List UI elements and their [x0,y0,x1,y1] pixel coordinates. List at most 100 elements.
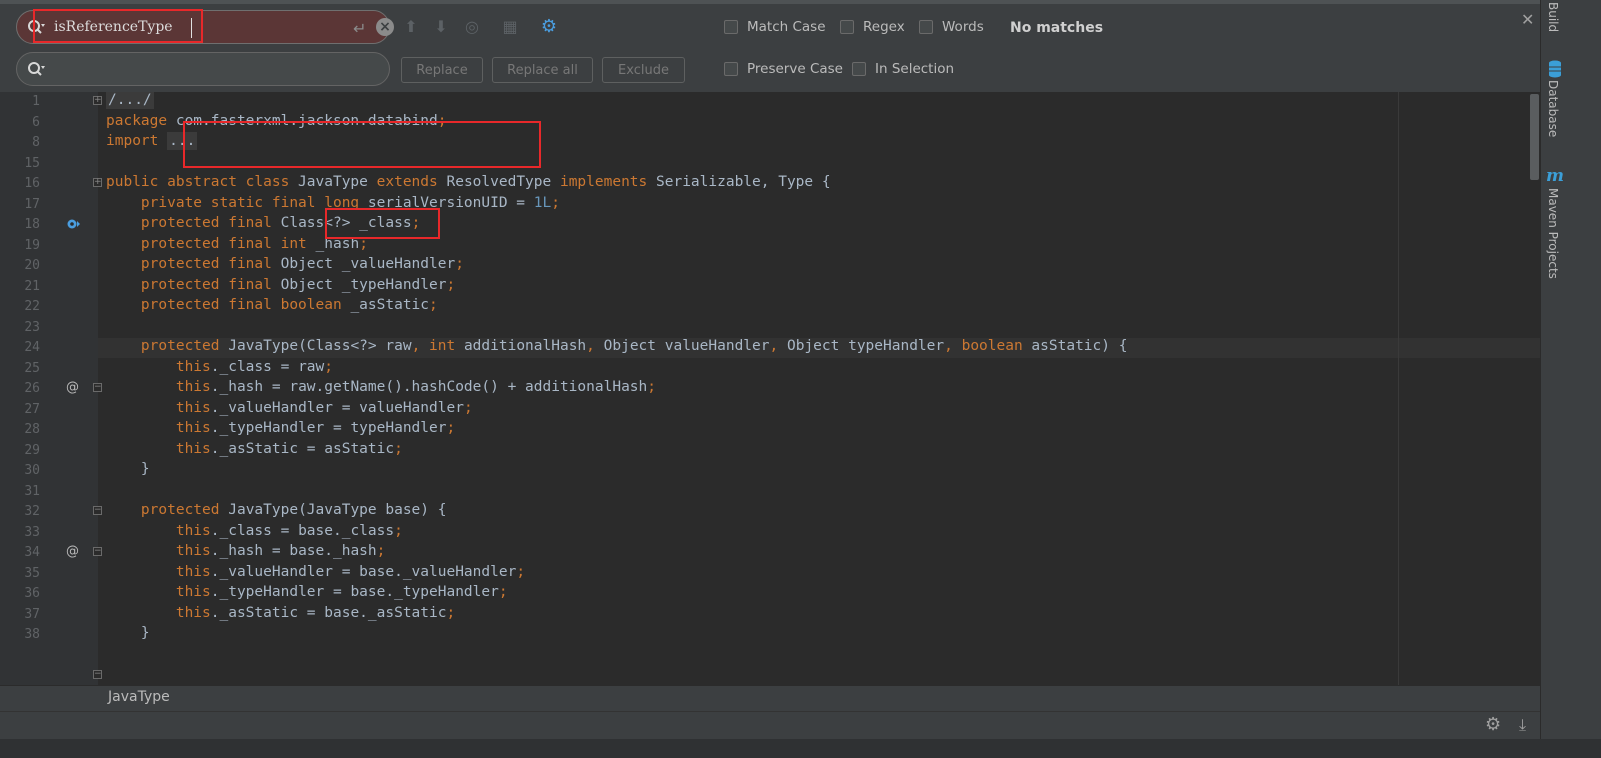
preserve-case-label: Preserve Case [747,61,843,77]
find-all-icon[interactable]: ◎ [461,16,483,38]
download-icon[interactable]: ⤓ [1519,715,1526,735]
maven-icon[interactable]: m [1546,166,1564,186]
search-input[interactable]: isReferenceType [54,19,173,35]
tool-window-build[interactable]: Build [1546,2,1560,32]
match-case-checkbox[interactable] [724,20,738,34]
line-number: 8 [32,135,40,150]
code-line[interactable]: this._hash = base._hash; [106,543,386,559]
breadcrumb[interactable]: JavaType [0,685,1540,712]
code-line[interactable]: this._class = raw; [106,359,333,375]
line-number: 34 [24,545,40,560]
line-number: 21 [24,278,40,294]
code-line[interactable]: } [106,625,150,641]
line-number: 18 [24,217,40,232]
right-margin-guide [1398,92,1399,685]
new-line-icon[interactable]: ↵ [353,19,366,38]
line-number: 37 [24,606,40,622]
line-number: 27 [24,401,40,417]
code-line[interactable]: protected final Class<?> _class; [106,215,420,231]
code-line[interactable]: this._asStatic = asStatic; [106,441,403,457]
database-icon[interactable] [1547,60,1563,78]
line-number: 22 [24,299,40,314]
override-marker-icon[interactable]: @ [66,544,79,559]
fold-end-icon[interactable]: − [93,670,102,679]
code-line[interactable]: private static final long serialVersionU… [106,195,560,211]
regex-label: Regex [863,19,905,35]
search-field[interactable]: isReferenceType ↵ × [16,10,394,44]
clear-search-icon[interactable]: × [376,18,394,36]
code-line[interactable]: this._hash = raw.getName().hashCode() + … [106,379,656,395]
fold-collapse-icon[interactable]: − [93,547,102,556]
match-case-label: Match Case [747,19,826,35]
search-status: No matches [1010,20,1104,36]
settings-gear-icon[interactable]: ⚙ [1485,714,1501,735]
fold-end-icon[interactable]: − [93,506,102,515]
code-line[interactable]: this._typeHandler = typeHandler; [106,420,455,436]
line-number: 31 [24,483,40,499]
replace-field[interactable] [16,52,390,86]
line-number: 20 [24,258,40,273]
words-checkbox[interactable] [919,20,933,34]
breadcrumb-item[interactable]: JavaType [108,689,170,705]
tool-window-database[interactable]: Database [1546,80,1560,137]
line-number: 1 [32,94,40,109]
line-number: 32 [24,504,40,519]
code-editor[interactable]: 1 /.../ 6 package com.fasterxml.jackson.dat… [0,92,1540,685]
code-line[interactable]: this._valueHandler = base._valueHandler; [106,564,525,580]
line-number: 17 [24,196,40,212]
line-number: 19 [24,237,40,253]
line-number: 30 [24,463,40,478]
previous-occurrence-icon[interactable]: ⬆ [400,16,422,38]
code-line[interactable]: } [106,461,150,477]
line-number: 35 [24,565,40,581]
fold-expand-icon[interactable]: + [93,178,102,187]
editor-scrollbar[interactable] [1530,94,1539,180]
fold-collapse-icon[interactable]: − [93,383,102,392]
line-number: 36 [24,586,40,601]
tool-window-maven[interactable]: Maven Projects [1546,188,1560,279]
select-all-occurrences-icon[interactable]: ▦ [499,16,521,38]
code-line[interactable]: /.../ [106,92,154,109]
code-line[interactable]: protected final Object _valueHandler; [106,256,464,272]
code-line[interactable]: this._typeHandler = base._typeHandler; [106,584,508,600]
top-strip [0,0,1570,4]
status-bar: ⚙ ⤓ [0,711,1540,740]
code-line[interactable]: this._asStatic = base._asStatic; [106,605,455,621]
line-number: 24 [24,340,40,355]
search-history-icon[interactable] [27,19,45,37]
line-number: 6 [32,114,40,130]
override-marker-icon[interactable]: @ [66,380,79,395]
exclude-button[interactable]: Exclude [602,57,685,83]
replace-history-icon[interactable] [27,61,45,79]
regex-checkbox[interactable] [840,20,854,34]
code-line[interactable]: public abstract class JavaType extends R… [106,174,831,190]
line-number: 29 [24,442,40,458]
line-number: 28 [24,422,40,437]
code-line[interactable]: protected final Object _typeHandler; [106,277,455,293]
next-occurrence-icon[interactable]: ⬇ [430,16,452,38]
line-number: 16 [24,176,40,191]
in-selection-label: In Selection [875,61,955,77]
in-selection-checkbox[interactable] [852,62,866,76]
close-icon[interactable]: ✕ [1521,10,1534,29]
replace-button[interactable]: Replace [401,57,483,83]
line-number: 33 [24,524,40,540]
preserve-case-checkbox[interactable] [724,62,738,76]
fold-expand-icon[interactable]: + [93,96,102,105]
code-line[interactable]: this._valueHandler = valueHandler; [106,400,473,416]
bottom-edge [0,739,1601,758]
code-line[interactable]: protected JavaType(JavaType base) { [106,502,447,518]
words-label: Words [942,19,984,35]
line-number: 38 [24,627,40,642]
code-line[interactable]: protected JavaType(Class<?> raw, int add… [106,338,1128,354]
replace-all-button[interactable]: Replace all [492,57,593,83]
code-line[interactable]: import ... [106,132,198,150]
code-line[interactable]: package com.fasterxml.jackson.databind; [106,113,446,129]
implemented-marker-icon[interactable] [66,217,82,231]
code-line[interactable]: protected final int _hash; [106,236,368,252]
code-line[interactable]: this._class = base._class; [106,523,403,539]
window-edge [1570,0,1601,739]
filter-settings-icon[interactable]: ⚙ [538,16,560,38]
line-number: 23 [24,319,40,335]
code-line[interactable]: protected final boolean _asStatic; [106,297,438,313]
